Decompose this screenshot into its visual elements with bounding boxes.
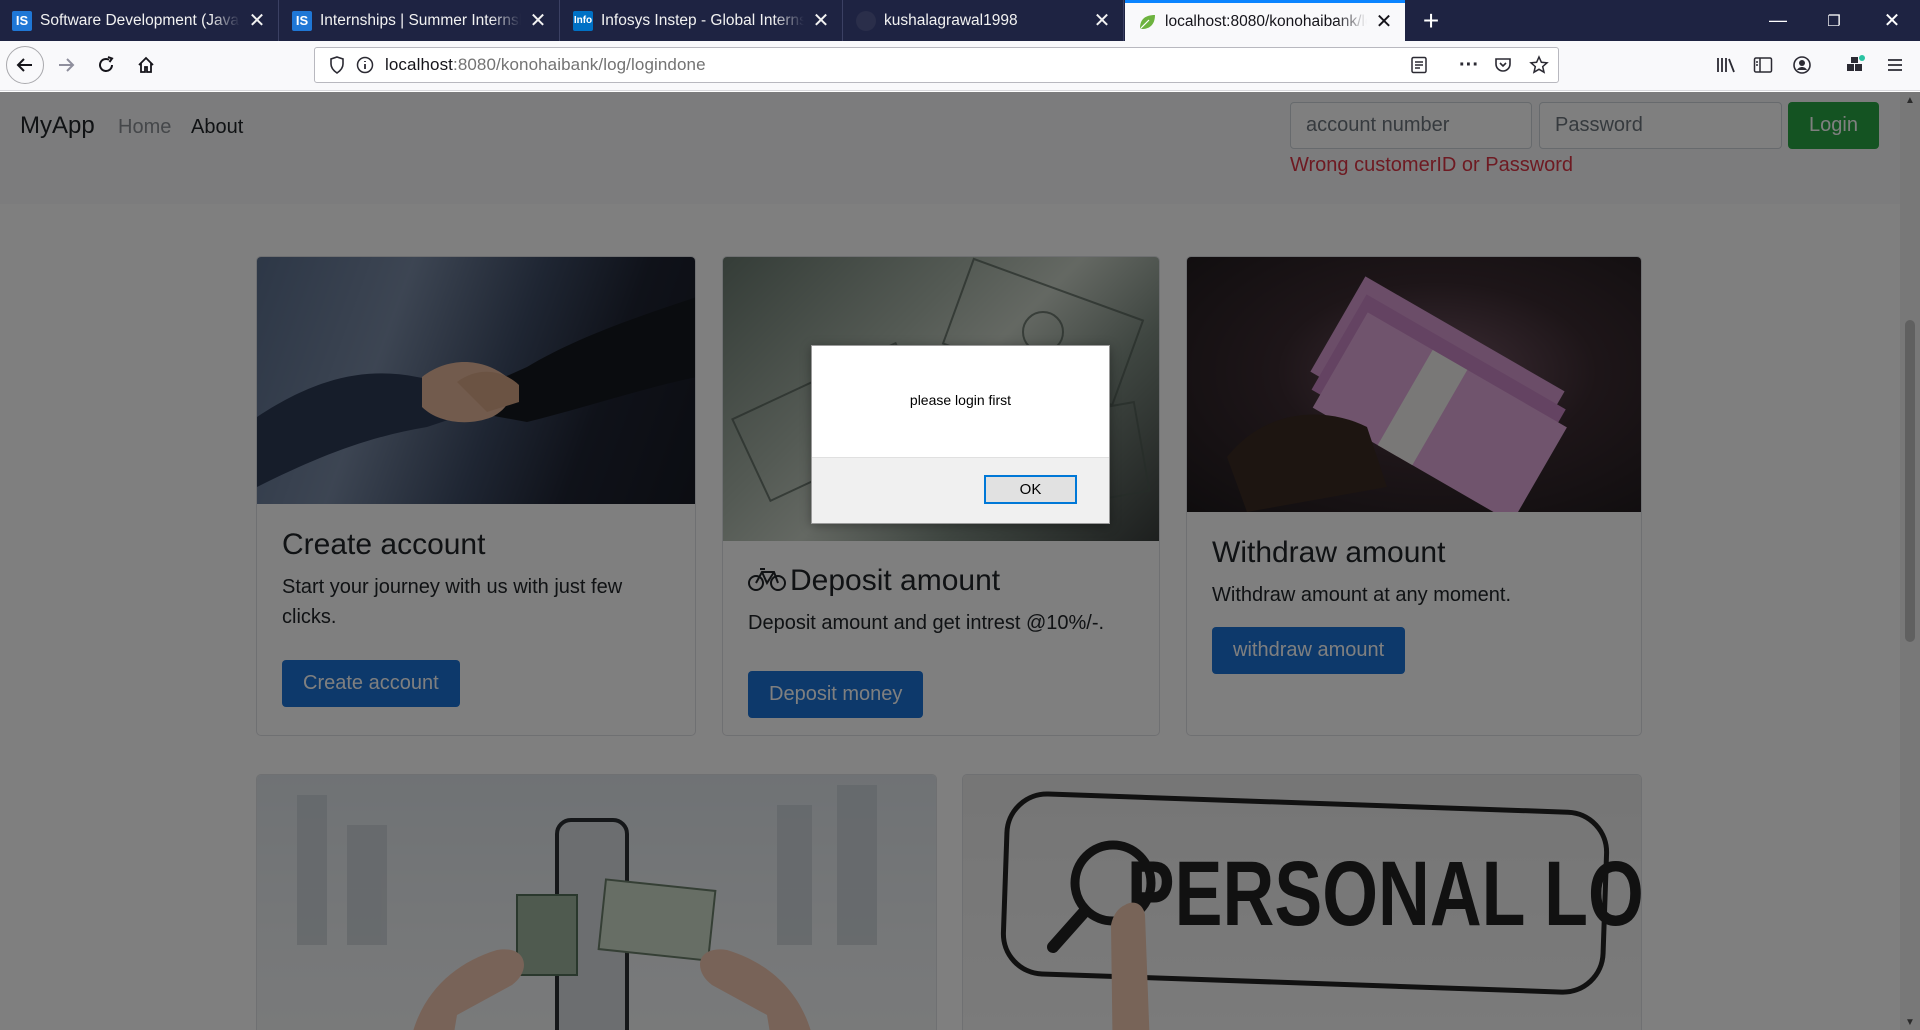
url-path: :8080/konohaibank/log/logindone — [453, 55, 706, 74]
alert-message: please login first — [909, 392, 1012, 408]
reload-button[interactable] — [87, 46, 125, 84]
arrow-right-icon — [59, 58, 75, 72]
extensions-icon[interactable] — [1838, 47, 1872, 83]
url-host: localhost — [385, 55, 453, 74]
home-button[interactable] — [127, 46, 165, 84]
browser-tab[interactable]: kushalagrawal1998 ✕ — [844, 0, 1124, 41]
bookmark-star-icon[interactable] — [1529, 55, 1549, 80]
hamburger-menu-icon[interactable] — [1878, 47, 1912, 83]
tab-title: Software Development (Java) w — [40, 11, 240, 29]
alert-dialog: please login first OK — [811, 345, 1110, 524]
info-icon[interactable] — [356, 56, 374, 79]
more-actions-icon[interactable]: ··· — [1459, 54, 1479, 77]
internshala-favicon-icon: IS — [292, 10, 312, 31]
tab-title: Internships | Summer Internship — [320, 11, 521, 29]
tab-title: Infosys Instep - Global Internsh — [601, 11, 804, 29]
restore-icon[interactable]: ❐ — [1806, 0, 1862, 41]
url-text[interactable]: localhost:8080/konohaibank/log/logindone — [385, 55, 706, 75]
close-tab-icon[interactable]: ✕ — [248, 11, 266, 31]
arrow-left-icon — [16, 58, 32, 72]
address-bar[interactable]: localhost:8080/konohaibank/log/logindone… — [314, 47, 1559, 83]
github-icon — [856, 10, 876, 31]
account-icon[interactable] — [1785, 47, 1819, 83]
browser-tab-active[interactable]: localhost:8080/konohaibank/lo ✕ — [1125, 0, 1405, 41]
back-button[interactable] — [6, 46, 44, 84]
browser-tab[interactable]: IS Software Development (Java) w ✕ — [0, 0, 279, 41]
modal-overlay — [0, 92, 1920, 1030]
sidebar-icon[interactable] — [1746, 47, 1780, 83]
tab-title: localhost:8080/konohaibank/lo — [1165, 13, 1367, 30]
close-tab-icon[interactable]: ✕ — [1375, 12, 1393, 32]
new-tab-button[interactable]: + — [1410, 0, 1452, 41]
reader-view-icon[interactable] — [1410, 56, 1428, 79]
alert-footer: OK — [812, 457, 1109, 523]
browser-tab[interactable]: IS Internships | Summer Internship ✕ — [280, 0, 560, 41]
minimize-icon[interactable]: — — [1750, 0, 1806, 41]
forward-button[interactable] — [47, 46, 85, 84]
home-icon — [138, 56, 154, 73]
close-tab-icon[interactable]: ✕ — [1093, 11, 1111, 31]
close-tab-icon[interactable]: ✕ — [529, 11, 547, 31]
infosys-favicon-icon: Info — [573, 10, 593, 31]
close-window-icon[interactable]: ✕ — [1864, 0, 1920, 41]
browser-toolbar: localhost:8080/konohaibank/log/logindone… — [0, 41, 1920, 91]
spring-leaf-icon — [1137, 12, 1157, 32]
reload-icon — [99, 56, 114, 72]
tab-title: kushalagrawal1998 — [884, 11, 1018, 29]
browser-tab[interactable]: Info Infosys Instep - Global Internsh ✕ — [561, 0, 843, 41]
internshala-favicon-icon: IS — [12, 10, 32, 31]
browser-tab-bar: IS Software Development (Java) w ✕ IS In… — [0, 0, 1920, 41]
shield-icon[interactable] — [329, 56, 345, 79]
ok-button[interactable]: OK — [984, 475, 1077, 504]
pocket-icon[interactable] — [1494, 56, 1512, 79]
library-icon[interactable] — [1709, 47, 1743, 83]
close-tab-icon[interactable]: ✕ — [812, 11, 830, 31]
